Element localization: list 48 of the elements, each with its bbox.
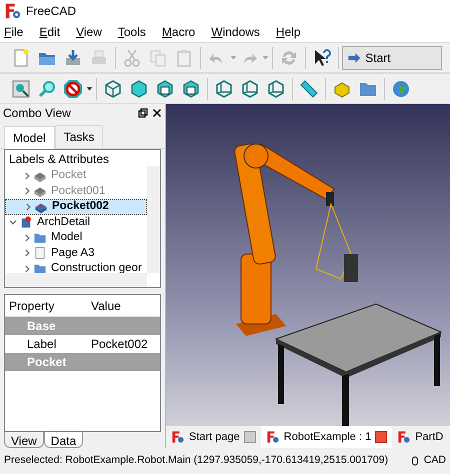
ruler-icon[interactable] <box>299 78 319 98</box>
arch-icon <box>19 215 33 230</box>
tree-item[interactable]: ArchDetail <box>5 214 147 230</box>
tab[interactable]: Data <box>44 432 84 448</box>
status-message: Preselected: RobotExample.Robot.Main (1297.935059,-170.613419,2515.001709) <box>4 453 388 468</box>
property-name: Label <box>26 336 58 354</box>
caret-icon[interactable] <box>86 85 93 92</box>
freecad-logo-icon <box>171 430 185 444</box>
window-title: FreeCAD <box>26 3 76 20</box>
tree-item[interactable]: Construction geor <box>5 261 147 274</box>
menu-item[interactable]: Macro <box>162 23 196 41</box>
magnifier-icon[interactable] <box>37 78 57 98</box>
property-group: Pocket <box>5 353 66 372</box>
menu-item[interactable]: File <box>4 23 24 41</box>
freecad-logo-icon <box>397 430 412 444</box>
cube-icon[interactable] <box>181 78 201 98</box>
tree-item[interactable]: Pocket002 <box>5 199 147 214</box>
tree-header: Labels & Attributes <box>9 152 110 166</box>
menu-item[interactable]: Windows <box>211 23 260 41</box>
fit-all-icon[interactable] <box>11 78 31 98</box>
no-sign-icon[interactable] <box>63 78 83 98</box>
navigation-style[interactable]: CAD <box>424 453 446 469</box>
tab[interactable]: Model <box>4 126 55 149</box>
horizontal-scrollbar[interactable] <box>5 273 147 288</box>
document-tab[interactable]: RobotExample : 1 <box>260 426 392 448</box>
tree-item[interactable]: Model <box>5 230 147 246</box>
help-pointer-icon[interactable] <box>312 48 332 68</box>
property-group: Base <box>5 317 56 336</box>
freecad-logo-icon <box>266 430 280 444</box>
float-icon[interactable] <box>138 108 148 118</box>
tab[interactable]: View <box>4 432 44 448</box>
mouse-icon <box>410 454 420 468</box>
globe-icon[interactable] <box>391 78 411 98</box>
panel-title: Combo View <box>3 104 71 122</box>
menu-item[interactable]: Help <box>276 23 301 41</box>
column-header: Value <box>91 298 121 315</box>
menu-item[interactable]: Edit <box>39 23 60 41</box>
tree-item[interactable]: Page A3 <box>5 246 147 261</box>
menu-item[interactable]: View <box>76 23 102 41</box>
property-value: Pocket002 <box>91 336 148 354</box>
menu-item[interactable]: Tools <box>118 23 146 41</box>
page-icon <box>33 246 47 260</box>
cube-icon[interactable] <box>155 78 175 98</box>
workbench-dropdown[interactable]: Start <box>342 46 442 70</box>
column-header: Property <box>8 298 56 315</box>
arrow-icon <box>347 50 362 64</box>
vertical-scrollbar[interactable] <box>147 166 160 274</box>
tab[interactable]: Tasks <box>54 125 104 148</box>
